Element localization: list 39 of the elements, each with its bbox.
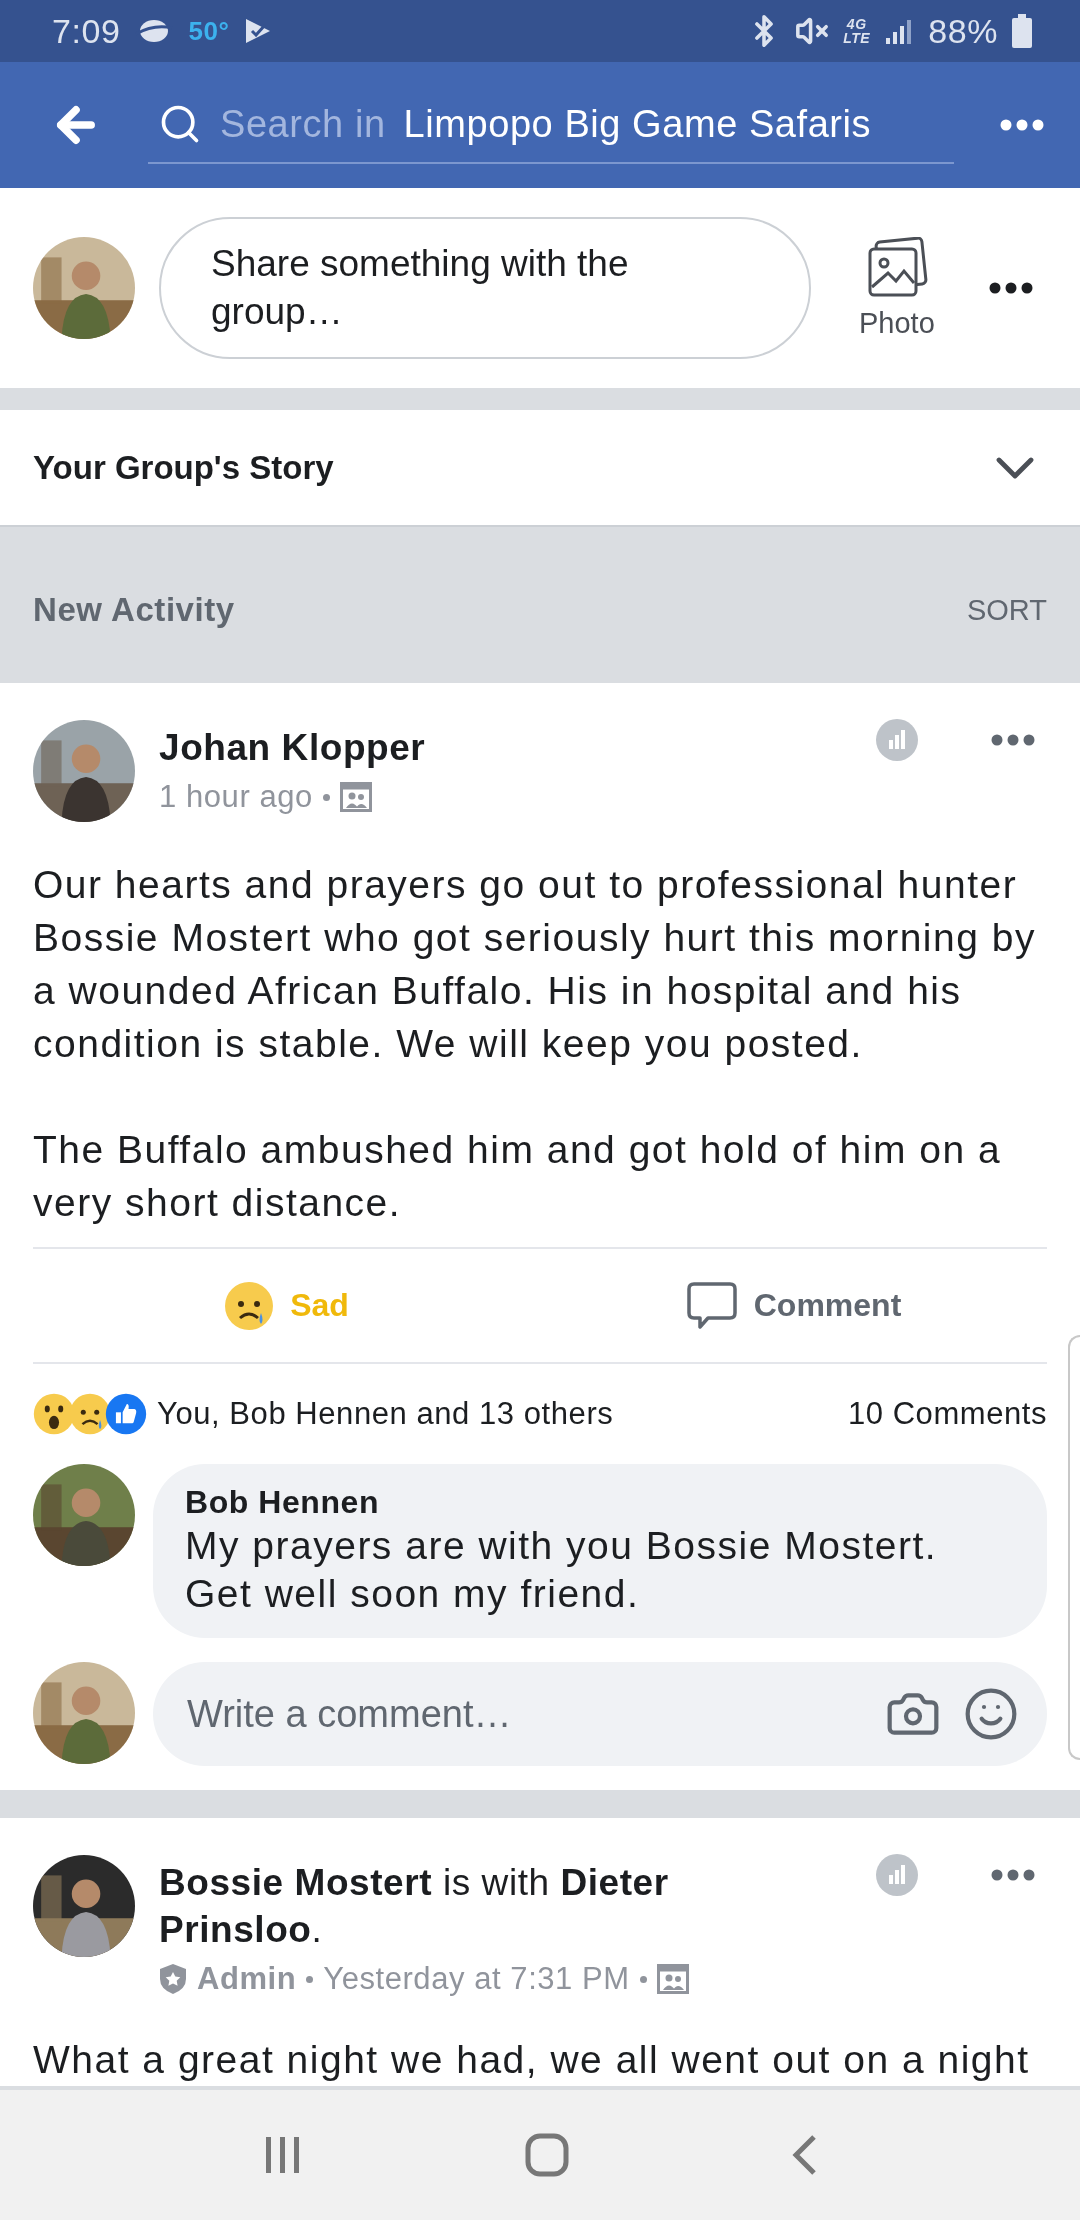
post-title: Bossie Mostert is with Dieter Prinsloo. bbox=[159, 1861, 670, 1952]
group-icon bbox=[656, 1964, 689, 1994]
sad-emoji-icon bbox=[224, 1280, 275, 1331]
post-title: Johan Klopper bbox=[159, 726, 427, 770]
speech-bubble-icon bbox=[685, 1280, 738, 1331]
section-title: New Activity bbox=[33, 591, 235, 629]
reactions-summary[interactable]: You, Bob Hennen and 13 others bbox=[157, 1396, 848, 1432]
post-text: The Buffalo ambushed him and got hold of him on a very short distance. bbox=[33, 1127, 1003, 1226]
comment-author[interactable]: Bob Hennen bbox=[185, 1482, 1015, 1522]
role-label: Admin bbox=[197, 1961, 297, 1997]
temperature: 50° bbox=[188, 15, 230, 47]
story-row[interactable]: Your Group's Story bbox=[0, 410, 1080, 525]
shield-icon bbox=[159, 1963, 187, 1995]
comment-input[interactable]: Write a comment… bbox=[185, 1691, 863, 1737]
battery-icon bbox=[1012, 14, 1032, 48]
wow-emoji-icon bbox=[33, 1393, 75, 1435]
more-icon[interactable] bbox=[988, 282, 1033, 294]
comment-text: My prayers are with you Bossie Mostert. Get well soon my friend. bbox=[185, 1523, 939, 1617]
home-icon[interactable] bbox=[525, 2133, 569, 2177]
post-text: Our hearts and prayers go out to professional hunter Bossie Mostert who got seriously hurt this morning by a wounded African Buffalo. His in hospital and his condition is stable. We will keep you posted. bbox=[33, 862, 1037, 1067]
clock: 7:09 bbox=[52, 11, 121, 51]
sad-emoji-icon bbox=[69, 1393, 111, 1435]
comment-count[interactable]: 10 Comments bbox=[847, 1396, 1047, 1432]
photo-button[interactable]: Photo bbox=[859, 236, 935, 340]
comment-button[interactable]: Comment bbox=[540, 1249, 1047, 1362]
emoji-icon[interactable] bbox=[963, 1686, 1019, 1742]
group-icon bbox=[339, 782, 372, 812]
search-field[interactable]: Search in Limpopo Big Game Safaris bbox=[148, 86, 954, 164]
separator-dot bbox=[306, 1975, 314, 1983]
scroll-handle[interactable] bbox=[1068, 1335, 1080, 1760]
network-label: 4G LTE bbox=[843, 17, 871, 45]
battery-percent: 88% bbox=[928, 11, 998, 51]
share-field[interactable]: Share something with the group… bbox=[159, 217, 811, 359]
sort-button[interactable]: SORT bbox=[966, 593, 1047, 627]
separator-dot bbox=[639, 1975, 647, 1983]
like-icon bbox=[105, 1393, 147, 1435]
post-text: What a great night we had, we all went out on a night bbox=[33, 2037, 1031, 2083]
comment-field[interactable]: Write a comment… bbox=[153, 1662, 1047, 1766]
separator-dot bbox=[322, 793, 330, 801]
